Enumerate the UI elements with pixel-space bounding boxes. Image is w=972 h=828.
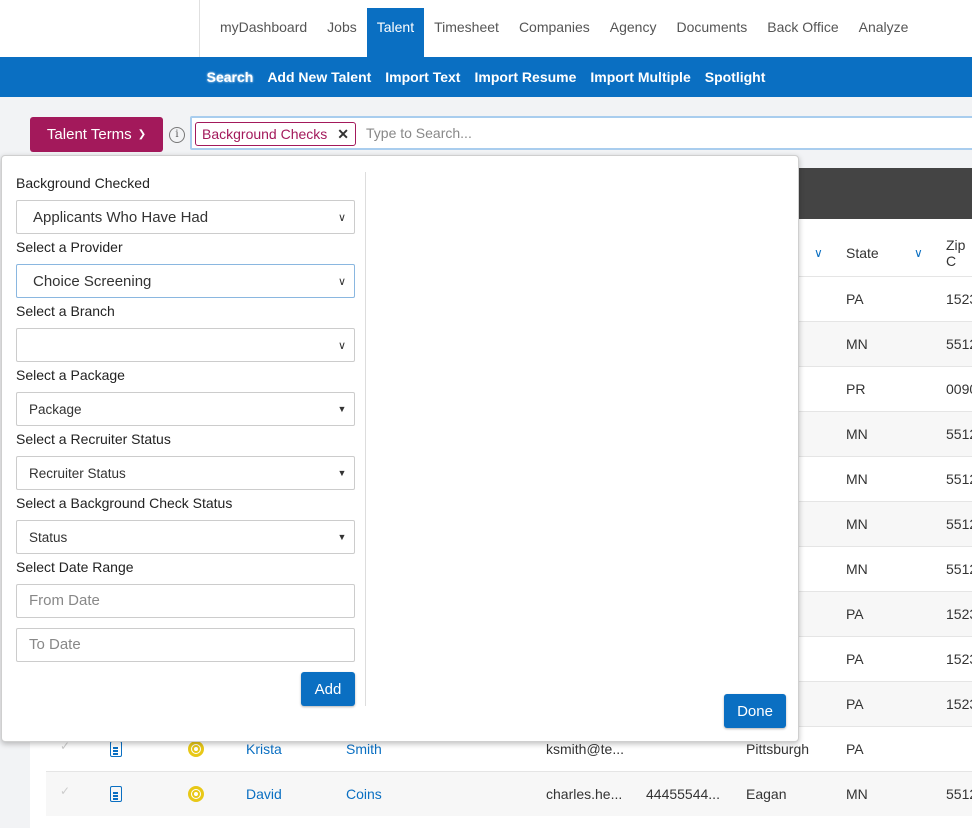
phone-cell: 44455544... bbox=[646, 786, 720, 802]
background-checked-select[interactable]: Applicants Who Have Had ∨ bbox=[16, 200, 355, 234]
bg-status-select[interactable]: Status ▼ bbox=[16, 520, 355, 554]
sub-navigation-bar: Search Add New Talent Import Text Import… bbox=[0, 57, 972, 97]
sub-nav: Search Add New Talent Import Text Import… bbox=[0, 57, 972, 97]
bg-status-value: Status bbox=[29, 529, 68, 545]
branch-label: Select a Branch bbox=[16, 303, 115, 319]
state-cell: MN bbox=[846, 426, 868, 442]
popup-divider bbox=[365, 172, 366, 706]
recruiter-status-value: Recruiter Status bbox=[29, 465, 126, 481]
state-cell: PR bbox=[846, 381, 866, 397]
package-select[interactable]: Package ▼ bbox=[16, 392, 355, 426]
talent-terms-button[interactable]: Talent Terms ❯ bbox=[30, 117, 163, 152]
done-button[interactable]: Done bbox=[724, 694, 786, 728]
nav-jobs[interactable]: Jobs bbox=[317, 8, 367, 57]
column-header-state[interactable]: State bbox=[846, 230, 879, 276]
nav-companies[interactable]: Companies bbox=[509, 8, 600, 57]
nav-back-office[interactable]: Back Office bbox=[757, 8, 848, 57]
talent-terms-label: Talent Terms bbox=[46, 126, 132, 143]
state-cell: MN bbox=[846, 516, 868, 532]
last-name-cell[interactable]: Coins bbox=[346, 772, 382, 816]
package-label: Select a Package bbox=[16, 367, 125, 383]
top-navigation-bar: myDashboard Jobs Talent Timesheet Compan… bbox=[0, 0, 972, 58]
background-checked-value: Applicants Who Have Had bbox=[33, 208, 209, 226]
chevron-down-icon[interactable]: ∨ bbox=[914, 230, 923, 276]
search-input[interactable] bbox=[364, 124, 768, 142]
zip-cell: 1523 bbox=[946, 291, 972, 307]
state-cell: PA bbox=[846, 291, 864, 307]
state-cell: MN bbox=[846, 336, 868, 352]
state-cell: PA bbox=[846, 606, 864, 622]
subnav-import-resume[interactable]: Import Resume bbox=[467, 69, 583, 85]
subnav-spotlight[interactable]: Spotlight bbox=[698, 69, 773, 85]
provider-select[interactable]: Choice Screening ∨ bbox=[16, 264, 355, 298]
to-date-input[interactable]: To Date bbox=[16, 628, 355, 662]
zip-cell: 0090 bbox=[946, 381, 972, 397]
logo-divider bbox=[199, 0, 200, 57]
first-name-cell[interactable]: David bbox=[246, 772, 282, 816]
subnav-add-new-talent[interactable]: Add New Talent bbox=[260, 69, 378, 85]
zip-cell: 5512 bbox=[946, 516, 972, 532]
date-range-label: Select Date Range bbox=[16, 559, 134, 575]
state-cell: MN bbox=[846, 561, 868, 577]
chip-label: Background Checks bbox=[202, 126, 328, 142]
search-box[interactable]: Background Checks ✕ bbox=[190, 116, 972, 150]
add-button[interactable]: Add bbox=[301, 672, 355, 706]
caret-down-icon: ▼ bbox=[337, 532, 347, 542]
status-target-icon bbox=[188, 786, 204, 802]
nav-analyze[interactable]: Analyze bbox=[849, 8, 919, 57]
state-cell: MN bbox=[846, 786, 868, 802]
document-icon[interactable] bbox=[110, 786, 122, 802]
zip-cell: 1523 bbox=[946, 696, 972, 712]
caret-down-icon: ▼ bbox=[337, 468, 347, 478]
info-icon[interactable]: i bbox=[169, 127, 185, 143]
nav-documents[interactable]: Documents bbox=[666, 8, 757, 57]
package-value: Package bbox=[29, 401, 82, 417]
state-cell: PA bbox=[846, 741, 864, 757]
chevron-down-icon: ❯ bbox=[137, 129, 147, 140]
subnav-search[interactable]: Search bbox=[200, 69, 261, 85]
nav-talent[interactable]: Talent bbox=[366, 8, 425, 57]
zip-cell: 1523 bbox=[946, 651, 972, 667]
zip-cell: 1523 bbox=[946, 606, 972, 622]
subnav-import-multiple[interactable]: Import Multiple bbox=[583, 69, 697, 85]
zip-cell: 5512 bbox=[946, 426, 972, 442]
table-row[interactable]: ✓ David Coins charles.he... 44455544... Eagan… bbox=[46, 771, 972, 816]
document-icon[interactable] bbox=[110, 741, 122, 757]
zip-cell: 5512 bbox=[946, 786, 972, 802]
chevron-down-icon: ∨ bbox=[337, 275, 347, 288]
nav-agency[interactable]: Agency bbox=[600, 8, 667, 57]
state-cell: PA bbox=[846, 696, 864, 712]
provider-label: Select a Provider bbox=[16, 239, 123, 255]
zip-cell: 5512 bbox=[946, 561, 972, 577]
zip-cell: 5512 bbox=[946, 336, 972, 352]
state-cell: PA bbox=[846, 651, 864, 667]
caret-down-icon: ▼ bbox=[337, 404, 347, 414]
state-cell: MN bbox=[846, 471, 868, 487]
recruiter-status-label: Select a Recruiter Status bbox=[16, 431, 171, 447]
search-chip-background-checks[interactable]: Background Checks ✕ bbox=[195, 122, 357, 146]
background-checked-label: Background Checked bbox=[16, 175, 150, 191]
city-cell: Eagan bbox=[746, 786, 787, 802]
from-date-input[interactable]: From Date bbox=[16, 584, 355, 618]
branch-select[interactable]: ∨ bbox=[16, 328, 355, 362]
zip-cell: 5512 bbox=[946, 471, 972, 487]
background-check-filter-popup: Background Checked Applicants Who Have H… bbox=[1, 155, 799, 742]
column-header-zip[interactable]: Zip C bbox=[946, 230, 972, 276]
email-cell: charles.he... bbox=[546, 786, 623, 802]
chevron-down-icon: ∨ bbox=[337, 339, 347, 352]
nav-timesheet[interactable]: Timesheet bbox=[424, 8, 509, 57]
nav-mydashboard[interactable]: myDashboard bbox=[210, 8, 317, 57]
chevron-down-icon: ∨ bbox=[337, 211, 347, 224]
subnav-import-text[interactable]: Import Text bbox=[378, 69, 467, 85]
row-check-icon: ✓ bbox=[60, 784, 71, 798]
recruiter-status-select[interactable]: Recruiter Status ▼ bbox=[16, 456, 355, 490]
close-icon[interactable]: ✕ bbox=[337, 126, 349, 143]
status-target-icon bbox=[188, 741, 204, 757]
chevron-down-icon[interactable]: ∨ bbox=[814, 230, 823, 276]
bg-status-label: Select a Background Check Status bbox=[16, 495, 233, 511]
provider-value: Choice Screening bbox=[33, 272, 152, 290]
main-nav: myDashboard Jobs Talent Timesheet Compan… bbox=[210, 8, 918, 57]
